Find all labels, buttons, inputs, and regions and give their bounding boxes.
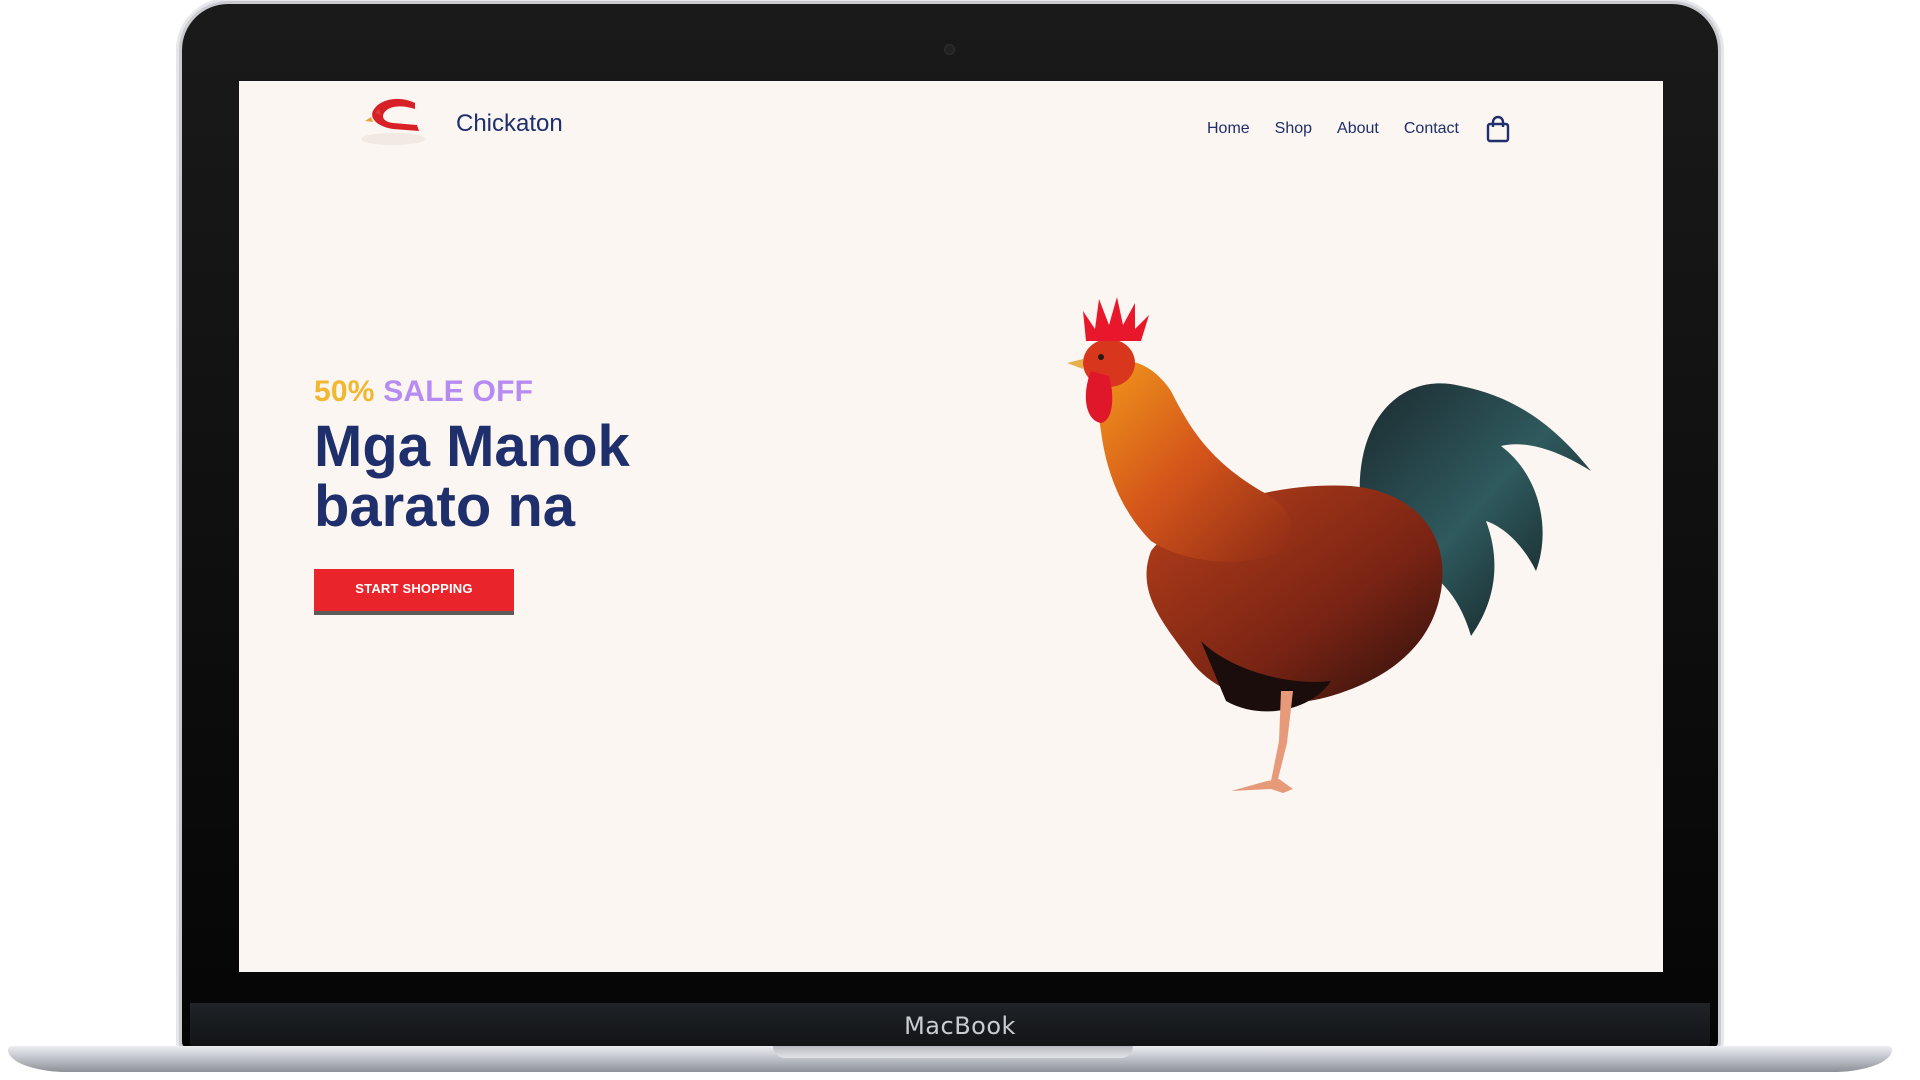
laptop-notch: [773, 1046, 1133, 1058]
nav-contact-link[interactable]: Contact: [1404, 120, 1459, 138]
main-menu: Home Shop About Contact: [1182, 115, 1511, 143]
navbar: Chickaton Home Shop About Contact: [239, 81, 1663, 181]
start-shopping-button[interactable]: START SHOPPING: [314, 569, 514, 615]
chicken-logo-icon[interactable]: [357, 91, 427, 153]
web-page: Chickaton Home Shop About Contact 50% SA…: [239, 81, 1663, 972]
device-label: MacBook: [904, 1012, 1016, 1040]
hero-headline: Mga Manok barato na: [314, 417, 630, 537]
nav-home-link[interactable]: Home: [1207, 120, 1250, 138]
shopping-bag-icon[interactable]: [1485, 115, 1511, 143]
sale-banner: 50% SALE OFF: [314, 375, 630, 409]
webcam: [944, 44, 955, 55]
nav-shop-link[interactable]: Shop: [1275, 120, 1312, 138]
hero-section: 50% SALE OFF Mga Manok barato na START S…: [314, 375, 630, 615]
headline-line-1: Mga Manok: [314, 414, 630, 479]
sale-text: SALE OFF: [383, 375, 534, 408]
rooster-image: [1067, 297, 1591, 793]
sale-percent: 50%: [314, 375, 375, 408]
nav-about-link[interactable]: About: [1337, 120, 1379, 138]
brand-name[interactable]: Chickaton: [456, 110, 563, 138]
headline-line-2: barato na: [314, 474, 576, 539]
